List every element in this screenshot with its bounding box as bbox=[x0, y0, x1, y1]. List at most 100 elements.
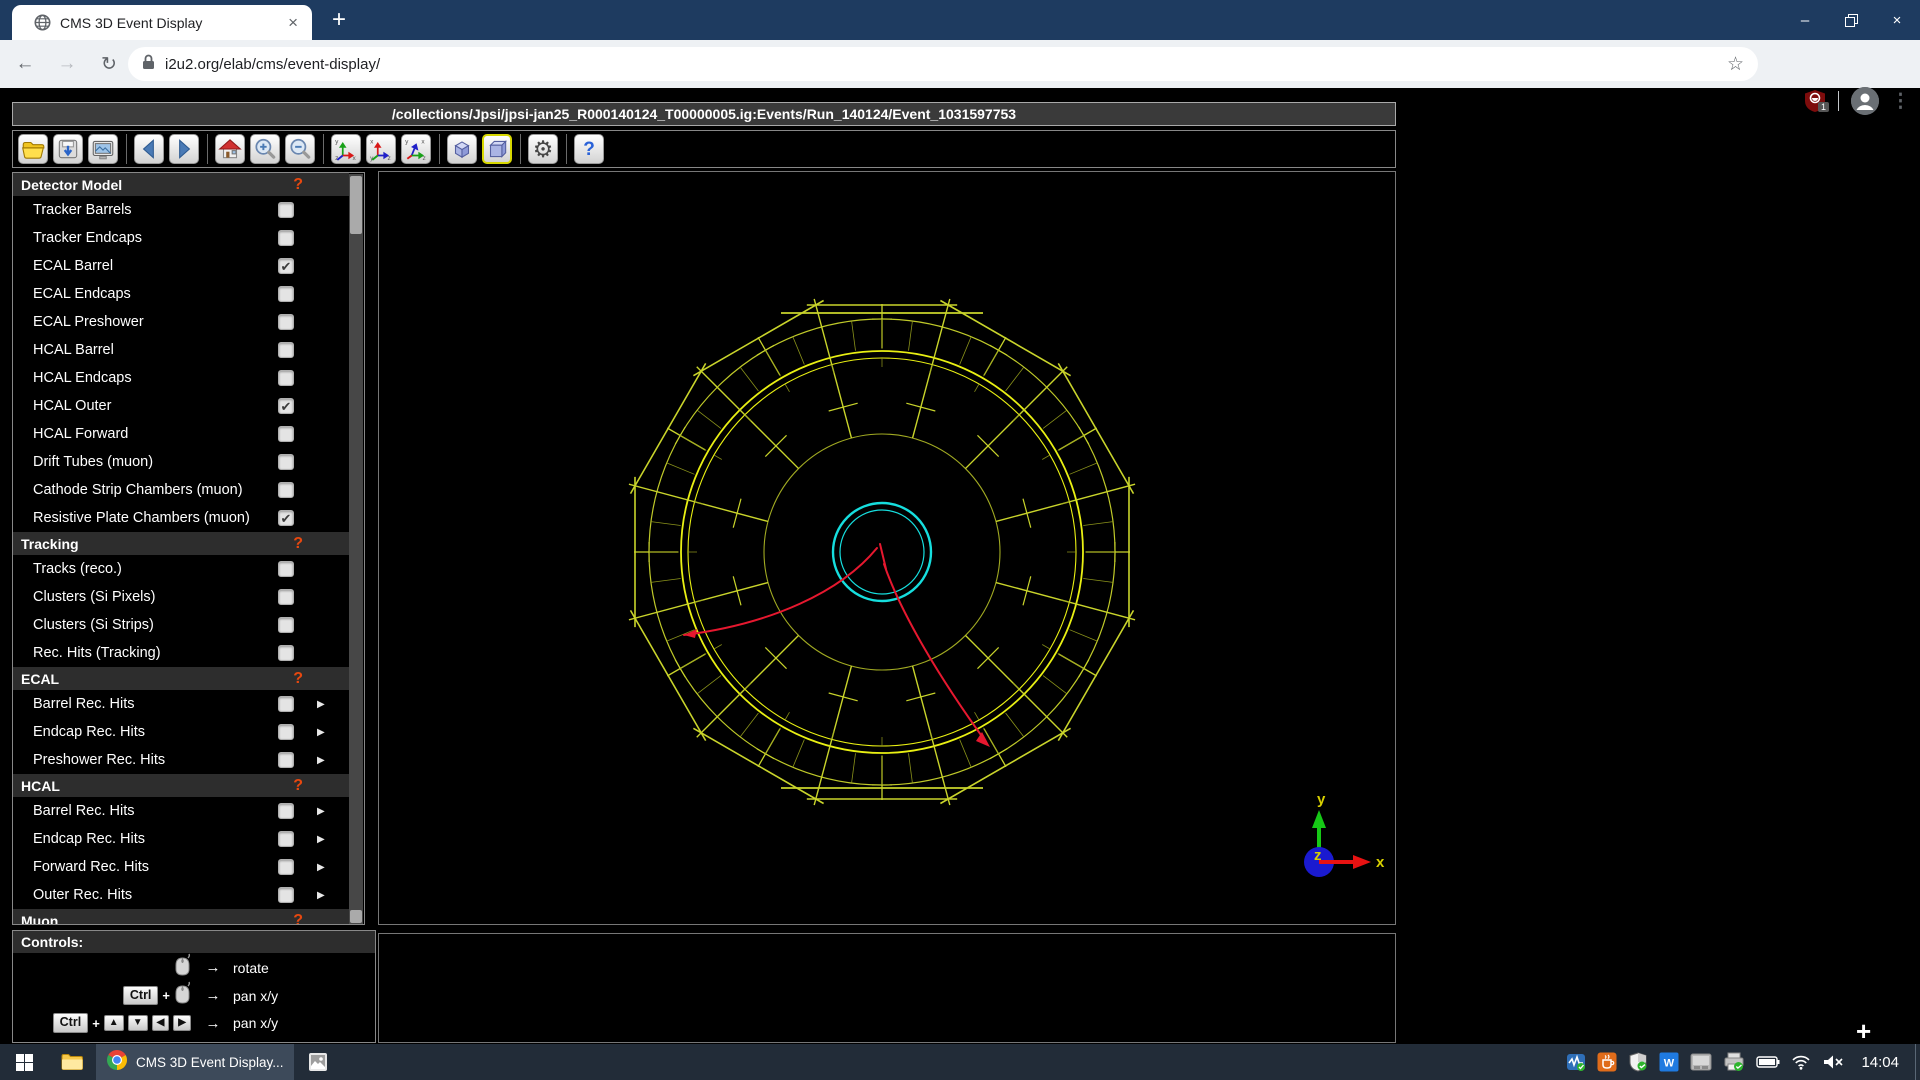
item-checkbox[interactable] bbox=[278, 370, 294, 386]
section-help-icon[interactable]: ? bbox=[293, 176, 303, 194]
section-help-icon[interactable]: ? bbox=[293, 670, 303, 688]
forward-button[interactable]: → bbox=[50, 47, 84, 81]
section-help-icon[interactable]: ? bbox=[293, 912, 303, 926]
keycap: ▼ bbox=[128, 1015, 148, 1032]
open-file-button[interactable] bbox=[18, 134, 48, 164]
mouse-icon bbox=[174, 953, 191, 982]
chrome-icon bbox=[106, 1049, 128, 1076]
taskbar-app-chrome[interactable]: CMS 3D Event Display... bbox=[96, 1044, 294, 1080]
save-image-button[interactable] bbox=[53, 134, 83, 164]
defender-tray-icon[interactable] bbox=[1628, 1052, 1648, 1072]
item-checkbox[interactable] bbox=[278, 342, 294, 358]
section-help-icon[interactable]: ? bbox=[293, 535, 303, 553]
new-tab-button[interactable]: + bbox=[324, 3, 354, 37]
section-label: Muon bbox=[21, 913, 293, 926]
scrollbar-end-button[interactable] bbox=[350, 910, 362, 923]
settings-button[interactable]: ⚙ bbox=[528, 134, 558, 164]
browser-tab[interactable]: CMS 3D Event Display × bbox=[12, 5, 312, 40]
item-checkbox[interactable] bbox=[278, 482, 294, 498]
window-controls: – × bbox=[1782, 0, 1920, 40]
activity-tray-icon[interactable] bbox=[1566, 1052, 1586, 1072]
item-checkbox[interactable] bbox=[278, 831, 294, 847]
minimize-button[interactable]: – bbox=[1782, 0, 1828, 40]
item-checkbox[interactable] bbox=[278, 645, 294, 661]
item-checkbox[interactable] bbox=[278, 617, 294, 633]
wacom-tray-icon[interactable]: W bbox=[1659, 1052, 1679, 1072]
item-checkbox[interactable] bbox=[278, 230, 294, 246]
reload-button[interactable]: ↻ bbox=[92, 47, 126, 81]
close-window-button[interactable]: × bbox=[1874, 0, 1920, 40]
ublock-extension-icon[interactable]: 1 bbox=[1804, 89, 1826, 113]
event-display-3d-view[interactable]: yxz bbox=[378, 171, 1396, 925]
wifi-tray-icon[interactable] bbox=[1791, 1054, 1811, 1070]
touchpad-tray-icon[interactable] bbox=[1690, 1053, 1712, 1071]
scrollbar-thumb[interactable] bbox=[350, 176, 362, 234]
item-checkbox[interactable] bbox=[278, 696, 294, 712]
perspective-view-button[interactable] bbox=[447, 134, 477, 164]
item-expand-arrow-icon[interactable]: ▶ bbox=[317, 834, 325, 845]
item-checkbox[interactable]: ✔ bbox=[278, 398, 294, 414]
orthographic-view-button[interactable] bbox=[482, 134, 512, 164]
item-checkbox[interactable] bbox=[278, 454, 294, 470]
show-desktop-button[interactable] bbox=[1915, 1044, 1920, 1080]
svg-text:x: x bbox=[370, 139, 374, 146]
sidebar-item-cathode-strip-chambers-muon-: Cathode Strip Chambers (muon) bbox=[13, 476, 349, 504]
item-expand-arrow-icon[interactable]: ▶ bbox=[317, 727, 325, 738]
taskbar-clock[interactable]: 14:04 bbox=[1861, 1054, 1899, 1071]
item-checkbox[interactable] bbox=[278, 561, 294, 577]
printer-tray-icon[interactable] bbox=[1723, 1052, 1745, 1072]
item-checkbox[interactable] bbox=[278, 803, 294, 819]
sidebar-item-ecal-preshower: ECAL Preshower bbox=[13, 308, 349, 336]
help-button[interactable]: ? bbox=[574, 134, 604, 164]
screenshot-button[interactable] bbox=[88, 134, 118, 164]
url-input[interactable]: i2u2.org/elab/cms/event-display/ ☆ bbox=[128, 47, 1758, 81]
restore-button[interactable] bbox=[1828, 0, 1874, 40]
item-checkbox[interactable] bbox=[278, 589, 294, 605]
item-checkbox[interactable] bbox=[278, 859, 294, 875]
axis-view-xz-button[interactable]: xzy bbox=[366, 134, 396, 164]
previous-event-button[interactable] bbox=[134, 134, 164, 164]
expand-plus-icon[interactable]: + bbox=[1856, 1016, 1871, 1047]
section-help-icon[interactable]: ? bbox=[293, 777, 303, 795]
battery-tray-icon[interactable] bbox=[1756, 1055, 1780, 1069]
start-button[interactable] bbox=[0, 1044, 48, 1080]
item-checkbox[interactable] bbox=[278, 202, 294, 218]
extension-badge: 1 bbox=[1818, 102, 1829, 112]
item-checkbox[interactable] bbox=[278, 286, 294, 302]
sidebar-scrollbar[interactable] bbox=[349, 174, 363, 925]
item-expand-arrow-icon[interactable]: ▶ bbox=[317, 862, 325, 873]
next-event-button[interactable] bbox=[169, 134, 199, 164]
java-tray-icon[interactable] bbox=[1597, 1052, 1617, 1072]
globe-favicon-icon bbox=[34, 14, 51, 36]
sidebar-item-clusters-si-strips-: Clusters (Si Strips) bbox=[13, 611, 349, 639]
profile-avatar[interactable] bbox=[1851, 87, 1879, 115]
back-button[interactable]: ← bbox=[8, 47, 42, 81]
section-label: HCAL bbox=[21, 778, 293, 794]
item-checkbox[interactable] bbox=[278, 314, 294, 330]
item-checkbox[interactable] bbox=[278, 426, 294, 442]
plus-glyph: + bbox=[162, 988, 170, 1003]
item-checkbox[interactable] bbox=[278, 887, 294, 903]
volume-muted-tray-icon[interactable] bbox=[1822, 1054, 1844, 1070]
axis-x-label: x bbox=[1376, 854, 1385, 871]
axis-view-zx-button[interactable]: yxz bbox=[401, 134, 431, 164]
axis-view-yx-button[interactable]: yxz bbox=[331, 134, 361, 164]
item-expand-arrow-icon[interactable]: ▶ bbox=[317, 806, 325, 817]
tab-close-icon[interactable]: × bbox=[288, 13, 298, 33]
item-expand-arrow-icon[interactable]: ▶ bbox=[317, 890, 325, 901]
taskbar-photos-button[interactable] bbox=[294, 1044, 342, 1080]
zoom-in-button[interactable] bbox=[250, 134, 280, 164]
browser-menu-icon[interactable]: ⋮ bbox=[1891, 90, 1910, 113]
file-explorer-button[interactable] bbox=[48, 1044, 96, 1080]
bookmark-star-icon[interactable]: ☆ bbox=[1727, 53, 1744, 76]
item-checkbox[interactable] bbox=[278, 752, 294, 768]
item-expand-arrow-icon[interactable]: ▶ bbox=[317, 755, 325, 766]
item-label: Barrel Rec. Hits bbox=[33, 696, 135, 712]
zoom-out-button[interactable] bbox=[285, 134, 315, 164]
home-view-button[interactable] bbox=[215, 134, 245, 164]
item-expand-arrow-icon[interactable]: ▶ bbox=[317, 699, 325, 710]
item-label: HCAL Barrel bbox=[33, 342, 114, 358]
item-checkbox[interactable] bbox=[278, 724, 294, 740]
item-checkbox[interactable]: ✔ bbox=[278, 258, 294, 274]
item-checkbox[interactable]: ✔ bbox=[278, 510, 294, 526]
